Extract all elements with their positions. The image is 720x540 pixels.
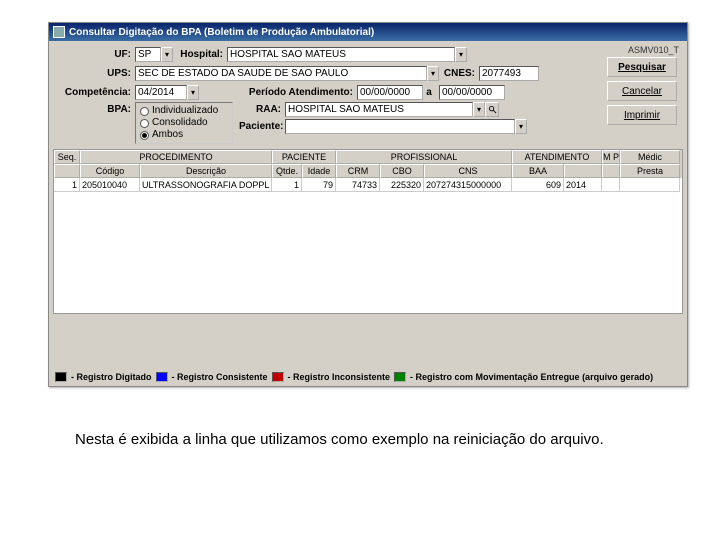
- imprimir-button[interactable]: Imprimir: [607, 105, 677, 125]
- gh-medic: Médic: [620, 150, 680, 164]
- app-window: Consultar Digitação do BPA (Boletim de P…: [48, 22, 688, 387]
- cnes-field[interactable]: 2077493: [479, 66, 539, 81]
- col-codigo: Código: [80, 164, 140, 178]
- bpa-radio-consolidado[interactable]: Consolidado: [140, 117, 228, 129]
- gh-profissional: PROFISSIONAL: [336, 150, 512, 164]
- raa-lookup-button[interactable]: [485, 102, 499, 117]
- bpa-radio-group: Individualizado Consolidado Ambos: [135, 102, 233, 144]
- periodo-a-label: a: [423, 87, 439, 98]
- col-baa: BAA: [512, 164, 564, 178]
- periodo-de-field[interactable]: 00/00/0000: [357, 85, 423, 100]
- competencia-dropdown[interactable]: ▾: [187, 85, 199, 100]
- bpa-label: BPA:: [57, 102, 135, 115]
- swatch-red: [272, 372, 284, 382]
- periodo-label: Período Atendimento:: [199, 87, 357, 98]
- swatch-green: [394, 372, 406, 382]
- window-title: Consultar Digitação do BPA (Boletim de P…: [69, 27, 374, 38]
- uf-label: UF:: [57, 49, 135, 60]
- titlebar: Consultar Digitação do BPA (Boletim de P…: [49, 23, 687, 41]
- gh-paciente: PACIENTE: [272, 150, 336, 164]
- competencia-field[interactable]: 04/2014: [135, 85, 187, 100]
- version-code: ASMV010_T: [628, 45, 679, 55]
- col-crm: CRM: [336, 164, 380, 178]
- col-prest: Presta: [620, 164, 680, 178]
- col-cbo: CBO: [380, 164, 424, 178]
- col-qtde: Qtde.: [272, 164, 302, 178]
- gh-procedimento: PROCEDIMENTO: [80, 150, 272, 164]
- legend: - Registro Digitado - Registro Consisten…: [55, 372, 681, 382]
- paciente-field[interactable]: [285, 119, 515, 134]
- ups-field[interactable]: SEC DE ESTADO DA SAUDE DE SAO PAULO: [135, 66, 427, 81]
- uf-dropdown[interactable]: ▾: [161, 47, 173, 62]
- ups-label: UPS:: [57, 68, 135, 79]
- ups-dropdown[interactable]: ▾: [427, 66, 439, 81]
- hospital-dropdown[interactable]: ▾: [455, 47, 467, 62]
- gh-seq: Seq.: [54, 150, 80, 164]
- swatch-black: [55, 372, 67, 382]
- gh-mp: M P: [602, 150, 620, 164]
- bpa-radio-individualizado[interactable]: Individualizado: [140, 105, 228, 117]
- table-row[interactable]: 1 205010040 ULTRASSONOGRAFIA DOPPL 1 79 …: [54, 178, 682, 192]
- col-ano: [564, 164, 602, 178]
- paciente-label: Paciente:: [239, 121, 285, 132]
- swatch-blue: [156, 372, 168, 382]
- app-icon: [53, 26, 65, 38]
- competencia-label: Competência:: [57, 87, 135, 98]
- hospital-field[interactable]: HOSPITAL SAO MATEUS: [227, 47, 455, 62]
- paciente-dropdown[interactable]: ▾: [515, 119, 527, 134]
- filter-form: UF: SP ▾ Hospital: HOSPITAL SAO MATEUS ▾…: [49, 41, 687, 145]
- raa-dropdown[interactable]: ▾: [473, 102, 485, 117]
- col-cns: CNS: [424, 164, 512, 178]
- col-idade: Idade: [302, 164, 336, 178]
- raa-field[interactable]: HOSPITAL SAO MATEUS: [285, 102, 473, 117]
- pesquisar-button[interactable]: Pesquisar: [607, 57, 677, 77]
- col-descricao: Descrição: [140, 164, 272, 178]
- raa-label: RAA:: [239, 104, 285, 115]
- uf-field[interactable]: SP: [135, 47, 161, 62]
- result-grid: Seq. PROCEDIMENTO PACIENTE PROFISSIONAL …: [53, 149, 683, 314]
- periodo-a-field[interactable]: 00/00/0000: [439, 85, 505, 100]
- cancelar-button[interactable]: Cancelar: [607, 81, 677, 101]
- caption-text: Nesta é exibida a linha que utilizamos c…: [75, 430, 655, 450]
- hospital-label: Hospital:: [173, 49, 227, 60]
- gh-atendimento: ATENDIMENTO: [512, 150, 602, 164]
- cnes-label: CNES:: [439, 68, 479, 79]
- bpa-radio-ambos[interactable]: Ambos: [140, 129, 228, 141]
